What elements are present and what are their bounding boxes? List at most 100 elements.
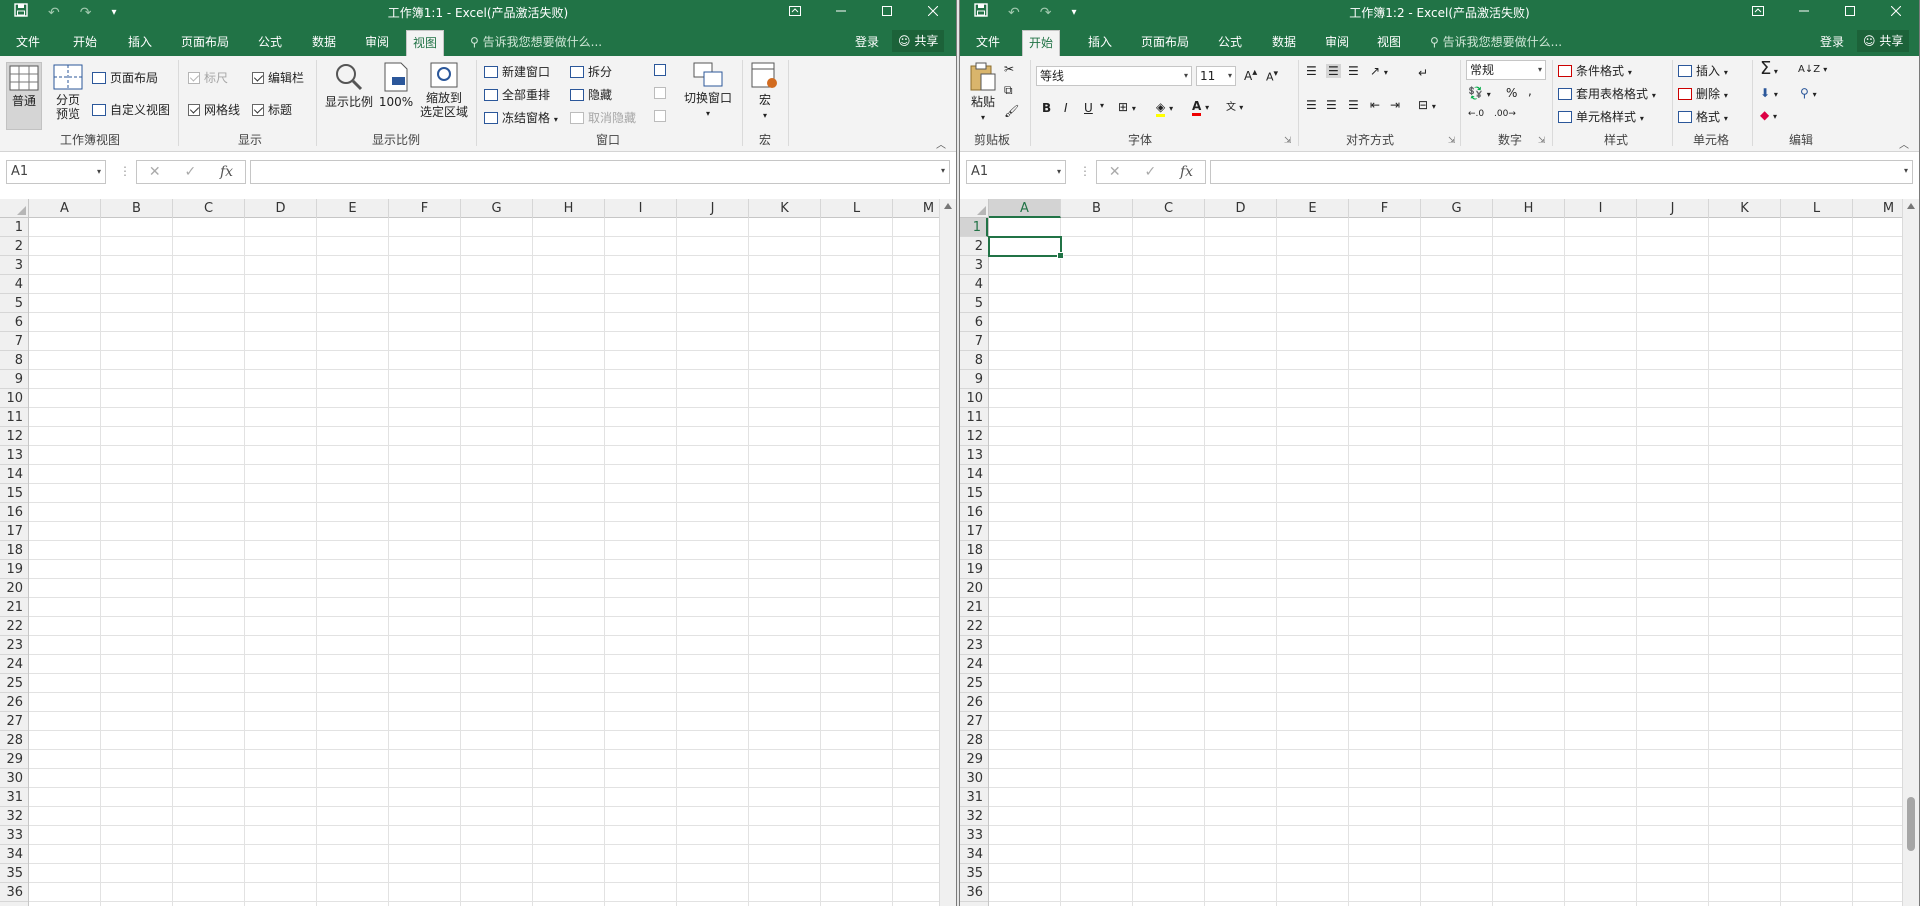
row-header[interactable]: 24 (960, 655, 988, 674)
row-header[interactable]: 27 (960, 712, 988, 731)
insert-function-icon[interactable]: fx (1180, 164, 1193, 180)
row-header[interactable]: 34 (960, 845, 988, 864)
row-header[interactable]: 27 (0, 712, 28, 731)
row-header[interactable]: 29 (960, 750, 988, 769)
tab-view[interactable]: 视图 (1371, 30, 1407, 56)
row-header[interactable]: 6 (960, 313, 988, 332)
row-header[interactable]: 30 (0, 769, 28, 788)
font-size-select[interactable]: 11 ▾ (1196, 66, 1236, 86)
gridlines-checkbox[interactable]: 网格线 (188, 101, 240, 118)
redo-icon[interactable]: ↷ (80, 0, 92, 26)
dialog-launcher-icon[interactable]: ⇲ (1284, 136, 1292, 146)
bold-button[interactable]: B (1042, 101, 1051, 115)
phonetic-guide-icon[interactable]: 文 ▾ (1226, 98, 1243, 113)
autosum-button[interactable]: Σ ▾ (1760, 58, 1778, 79)
orientation-icon[interactable]: ↗ ▾ (1370, 64, 1388, 78)
sign-in-link[interactable]: 登录 (1820, 30, 1844, 54)
row-header[interactable]: 5 (0, 294, 28, 313)
column-header[interactable]: A (989, 199, 1061, 218)
split-button[interactable]: 拆分 (570, 63, 612, 80)
row-header[interactable]: 35 (960, 864, 988, 883)
close-icon[interactable] (910, 0, 956, 26)
select-all-button[interactable] (960, 199, 989, 218)
row-header[interactable]: 33 (960, 826, 988, 845)
row-header[interactable]: 25 (0, 674, 28, 693)
column-header[interactable]: H (1493, 199, 1565, 218)
column-header[interactable]: H (533, 199, 605, 218)
formula-bar-grip-icon[interactable]: ⋮ (1079, 164, 1091, 178)
row-header[interactable]: 35 (0, 864, 28, 883)
row-header[interactable]: 25 (960, 674, 988, 693)
column-header[interactable]: D (245, 199, 317, 218)
cut-icon[interactable]: ✂ (1004, 62, 1014, 76)
column-header[interactable]: K (749, 199, 821, 218)
row-header[interactable]: 36 (960, 883, 988, 902)
column-header[interactable]: J (1637, 199, 1709, 218)
column-header[interactable]: E (1277, 199, 1349, 218)
font-color-icon[interactable]: A ▾ (1192, 99, 1209, 116)
borders-icon[interactable]: ⊞ ▾ (1118, 100, 1136, 114)
find-select-icon[interactable]: ⚲ ▾ (1800, 86, 1817, 100)
column-header[interactable]: C (173, 199, 245, 218)
row-header[interactable]: 31 (0, 788, 28, 807)
row-header[interactable]: 14 (960, 465, 988, 484)
tab-review[interactable]: 审阅 (359, 30, 395, 56)
tell-me-box[interactable]: ⚲ 告诉我您想要做什么... (470, 30, 602, 54)
row-header[interactable]: 32 (960, 807, 988, 826)
customize-qat-icon[interactable]: ▾ (1071, 0, 1076, 26)
row-header[interactable]: 30 (960, 769, 988, 788)
row-header[interactable]: 19 (960, 560, 988, 579)
ribbon-display-options-icon[interactable] (1735, 0, 1781, 26)
copy-icon[interactable]: ⧉ (1004, 83, 1013, 98)
column-header[interactable]: G (461, 199, 533, 218)
tab-data[interactable]: 数据 (1266, 30, 1302, 56)
column-header[interactable]: L (821, 199, 893, 218)
row-header[interactable]: 21 (0, 598, 28, 617)
column-header[interactable]: I (1565, 199, 1637, 218)
headings-checkbox[interactable]: 标题 (252, 101, 292, 118)
synchronous-scrolling-icon[interactable] (654, 86, 670, 100)
middle-align-icon[interactable]: ☰ (1326, 64, 1341, 78)
row-header[interactable]: 22 (0, 617, 28, 636)
tab-home[interactable]: 开始 (1022, 30, 1061, 56)
row-header[interactable]: 24 (0, 655, 28, 674)
row-header[interactable]: 2 (0, 237, 28, 256)
column-header[interactable]: F (1349, 199, 1421, 218)
worksheet-grid[interactable]: ABCDEFGHIJKLM 1 2 3 4 5 6 7 8 9 10 11 12 13 14 15 16 17 1… (960, 199, 1919, 906)
merge-center-icon[interactable]: ⊟ ▾ (1418, 98, 1436, 112)
row-header[interactable]: 22 (960, 617, 988, 636)
row-header[interactable]: 3 (0, 256, 28, 275)
format-cells-button[interactable]: 格式 ▾ (1678, 108, 1728, 125)
zoom-to-selection-button[interactable]: 缩放到 选定区域 (416, 62, 472, 119)
row-header[interactable]: 32 (0, 807, 28, 826)
name-box[interactable]: A1 ▾ (966, 160, 1066, 184)
cancel-icon[interactable]: ✕ (1109, 164, 1121, 180)
tab-view[interactable]: 视图 (406, 30, 445, 56)
italic-button[interactable]: I (1064, 101, 1068, 115)
row-header[interactable]: 16 (0, 503, 28, 522)
row-header[interactable]: 2 (960, 237, 988, 256)
normal-view-button[interactable]: 普通 (6, 62, 42, 130)
arrange-all-button[interactable]: 全部重排 (484, 86, 550, 103)
row-header[interactable]: 14 (0, 465, 28, 484)
row-header[interactable]: 34 (0, 845, 28, 864)
share-button[interactable]: ☺ 共享 (1857, 30, 1910, 52)
worksheet-grid[interactable]: ABCDEFGHIJKLM 1 2 3 4 5 6 7 8 9 10 11 12 13 14 15 16 17 1… (0, 199, 956, 906)
row-header[interactable]: 7 (0, 332, 28, 351)
fill-color-icon[interactable]: ◈ ▾ (1156, 100, 1173, 117)
tab-file[interactable]: 文件 (10, 30, 46, 56)
scroll-up-arrow-icon[interactable] (944, 203, 952, 209)
tab-page-layout[interactable]: 页面布局 (1135, 30, 1195, 56)
scroll-up-arrow-icon[interactable] (1907, 203, 1915, 209)
dropdown-arrow-icon[interactable]: ▾ (97, 161, 101, 183)
increase-decimal-icon[interactable]: ←.0 (1468, 109, 1484, 119)
dropdown-arrow-icon[interactable]: ▾ (1228, 67, 1232, 85)
row-header[interactable]: 29 (0, 750, 28, 769)
dropdown-arrow-icon[interactable]: ▾ (1057, 161, 1061, 183)
decrease-indent-icon[interactable]: ⇤ (1370, 98, 1380, 112)
redo-icon[interactable]: ↷ (1040, 0, 1052, 26)
cells-area[interactable] (988, 218, 1902, 906)
macros-button[interactable]: 宏 ▾ (748, 62, 782, 123)
wrap-text-icon[interactable]: ↵ (1418, 66, 1428, 80)
row-header[interactable]: 23 (0, 636, 28, 655)
